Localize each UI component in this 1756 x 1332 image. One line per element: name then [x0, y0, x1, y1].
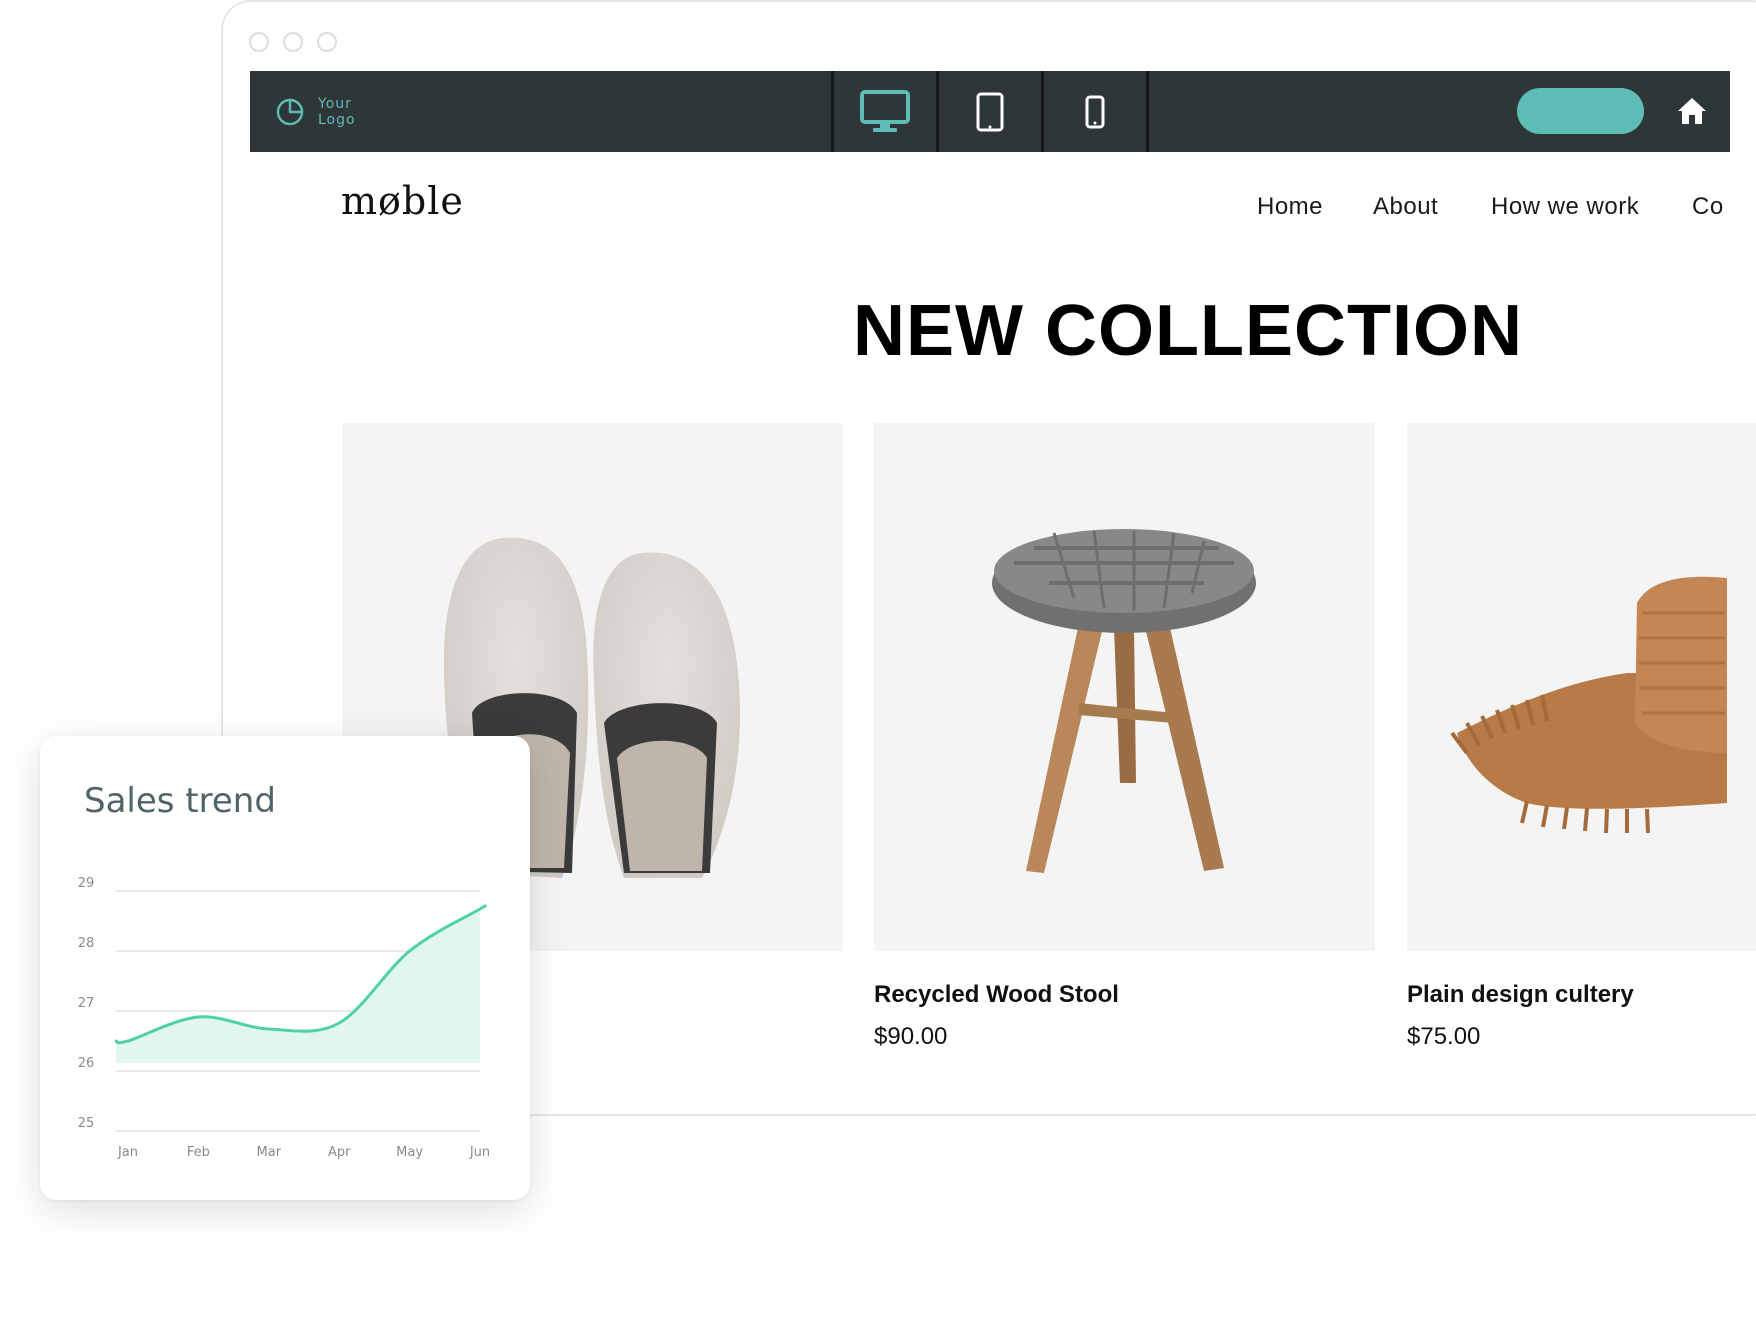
product-name[interactable]: Plain design cultery [1407, 981, 1634, 1009]
window-dot-maximize[interactable] [317, 32, 337, 52]
x-tick-label: Jun [469, 1145, 490, 1160]
home-icon [1678, 98, 1706, 124]
device-mobile-button[interactable] [1044, 71, 1149, 152]
publish-button[interactable] [1517, 88, 1644, 134]
device-desktop-button[interactable] [834, 71, 939, 152]
editor-toolbar: Your Logo [250, 71, 1730, 152]
product-name[interactable]: Recycled Wood Stool [874, 981, 1119, 1009]
logo-text: Your Logo [318, 96, 356, 128]
window-dot-minimize[interactable] [283, 32, 303, 52]
sales-trend-chart: 25 26 27 28 29 Jan Feb Mar Apr May Jun [78, 876, 490, 1160]
tablet-icon [976, 92, 1004, 131]
x-tick-label: Mar [257, 1145, 282, 1160]
desktop-icon [860, 89, 910, 132]
collection-headline: NEW COLLECTION [853, 291, 1523, 371]
x-tick-label: Apr [328, 1145, 351, 1160]
mobile-icon [1085, 95, 1105, 128]
product-image-blanket[interactable] [1407, 423, 1756, 951]
logo-icon [276, 98, 304, 126]
y-tick-label: 27 [78, 996, 95, 1011]
sales-trend-widget: Sales trend 25 26 27 28 29 Jan Feb Mar Apr May Jun [40, 736, 530, 1200]
x-tick-label: Feb [187, 1145, 210, 1160]
series-area [116, 905, 486, 1063]
y-tick-label: 25 [78, 1116, 95, 1131]
device-switcher [831, 71, 1149, 152]
y-tick-label: 26 [78, 1056, 95, 1071]
window-dot-close[interactable] [249, 32, 269, 52]
stool-image [992, 529, 1256, 873]
window-controls [249, 32, 337, 52]
x-tick-label: Jan [117, 1145, 138, 1160]
nav-home[interactable]: Home [1257, 193, 1323, 221]
blanket-image [1450, 576, 1727, 834]
home-button[interactable] [1674, 93, 1710, 129]
x-tick-label: May [396, 1145, 423, 1160]
product-price: $75.00 [1407, 1023, 1481, 1050]
editor-logo[interactable]: Your Logo [276, 96, 356, 128]
product-price: $90.00 [874, 1023, 948, 1050]
site-brand-logo[interactable]: møble [341, 179, 464, 223]
nav-contact[interactable]: Co [1692, 193, 1724, 221]
y-tick-label: 29 [78, 876, 95, 891]
product-image-stool[interactable] [874, 423, 1375, 951]
nav-about[interactable]: About [1373, 193, 1438, 221]
y-tick-label: 28 [78, 936, 95, 951]
nav-how-we-work[interactable]: How we work [1491, 193, 1639, 221]
product-card[interactable]: Recycled Wood Stool $90.00 [874, 423, 1375, 1050]
device-tablet-button[interactable] [939, 71, 1044, 152]
product-card[interactable]: Plain design cultery $75.00 [1407, 423, 1756, 1050]
